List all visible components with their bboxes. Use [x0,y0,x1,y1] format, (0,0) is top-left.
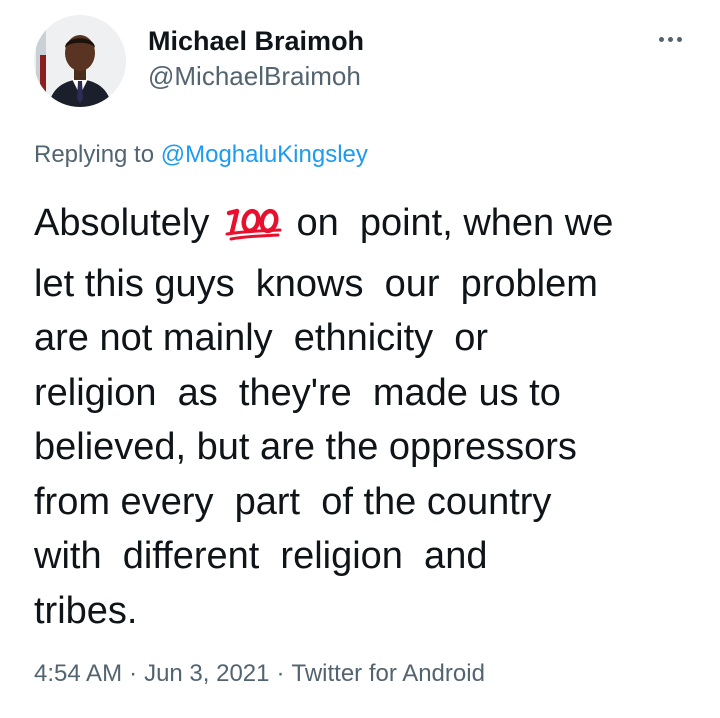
hundred-points-emoji-icon [224,202,284,257]
tweet-date[interactable]: Jun 3, 2021 [144,660,269,687]
meta-separator: · [276,660,285,687]
tweet-source-link[interactable]: Twitter for Android [292,660,485,687]
author-handle[interactable]: @MichaelBraimoh [148,61,361,92]
tweet-text-segment: on point, when we [285,202,614,244]
replying-to: Replying to @MoghaluKingsley [34,141,368,169]
author-display-name[interactable]: Michael Braimoh [148,26,364,57]
tweet-text-line: with different religion and [34,535,488,577]
tweet-text-line: religion as they're made us to [34,371,561,414]
tweet-text-line: Absolutely on point, when we [34,196,694,257]
avatar[interactable] [34,15,126,107]
more-horizontal-icon [658,36,664,42]
tweet-text-line: tribes. [34,589,138,632]
tweet-text-segment: Absolutely [34,202,220,244]
tweet: Michael Braimoh @MichaelBraimoh Replying… [0,0,720,718]
profile-photo-icon [34,15,126,107]
replying-to-label: Replying to [34,141,161,168]
meta-separator: · [129,660,138,687]
tweet-text-line: let this guys knows our problem [34,262,598,305]
tweet-text-line: are not mainly ethnicity or [34,317,489,359]
tweet-text-line: believed, but are the oppressors [34,426,577,468]
tweet-text-line: from every part of the country [34,480,552,523]
replying-to-mention-link[interactable]: @MoghaluKingsley [161,141,368,168]
more-options-button[interactable] [650,28,690,50]
tweet-metadata: 4:54 AM · Jun 3, 2021 · Twitter for Android [34,660,485,688]
tweet-text: Absolutely on point, when we let this gu… [34,196,694,638]
more-horizontal-icon-dot [676,36,682,42]
tweet-time[interactable]: 4:54 AM [34,660,122,687]
more-horizontal-icon-dot [667,36,673,42]
